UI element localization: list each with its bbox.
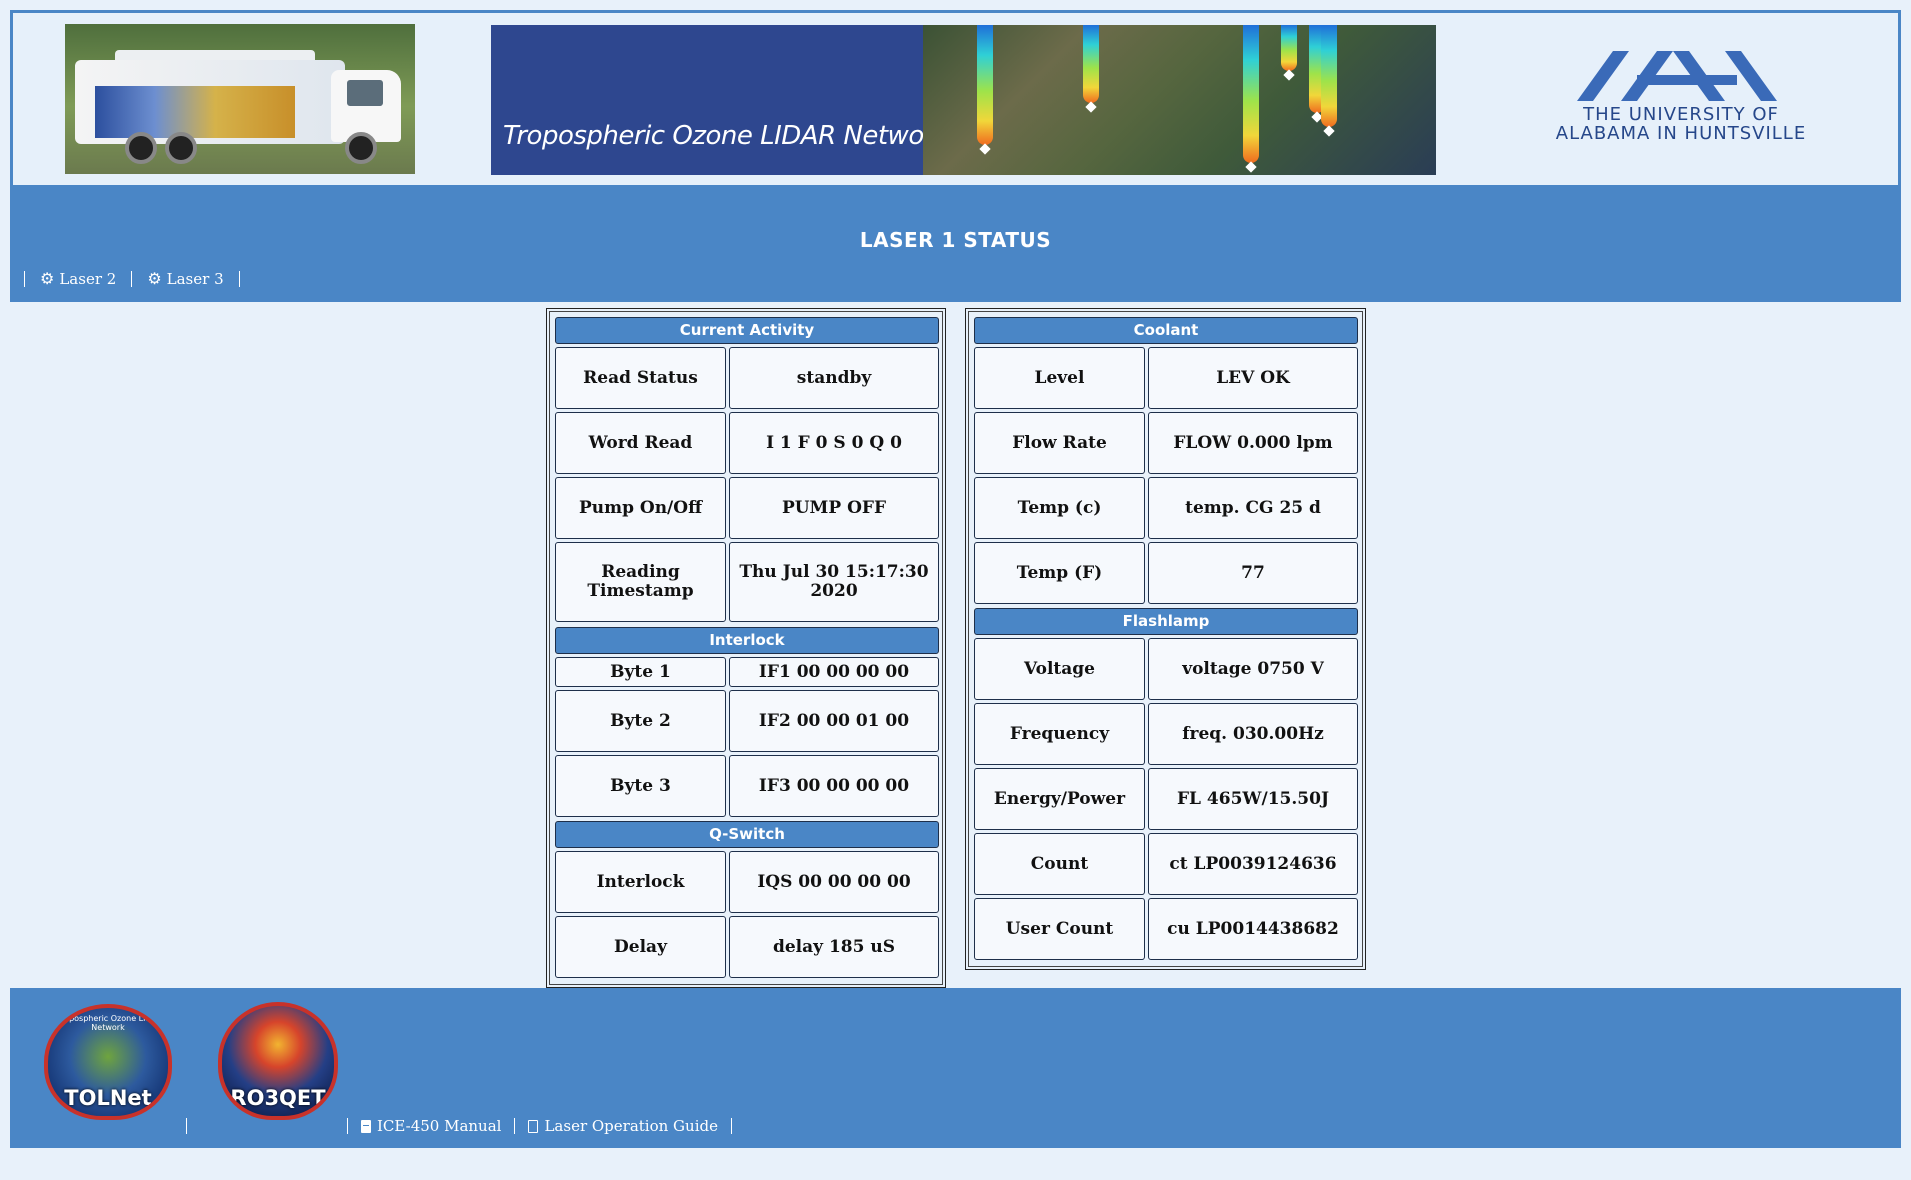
row-value-voltage: voltage 0750 V <box>1148 638 1358 700</box>
title-bar: LASER 1 STATUS ⚙ Laser 2 ⚙ Laser 3 <box>10 188 1901 302</box>
row-label-count: Count <box>974 833 1145 895</box>
header-banner: Tropospheric Ozone LIDAR Network THE UNI… <box>10 10 1901 188</box>
row-label-word-read: Word Read <box>555 412 726 474</box>
ice-450-manual-link[interactable]: ICE-450 Manual <box>348 1117 514 1135</box>
row-label-temp-f: Temp (F) <box>974 542 1145 604</box>
ro3qet-badge-label: RO3QET <box>230 1086 326 1110</box>
row-value-count: ct LP0039124636 <box>1148 833 1358 895</box>
page-title: LASER 1 STATUS <box>859 228 1052 252</box>
pdf-file-icon <box>528 1119 539 1133</box>
network-banner-image: Tropospheric Ozone LIDAR Network <box>491 25 1436 175</box>
row-label-energy-power: Energy/Power <box>974 768 1145 830</box>
row-label-flow-rate: Flow Rate <box>974 412 1145 474</box>
gear-icon: ⚙ <box>147 269 162 288</box>
laser-status-panel-left: Current Activity Read Status standby Wor… <box>546 308 946 988</box>
row-label-level: Level <box>974 347 1145 409</box>
ro3qet-badge-logo[interactable]: RO3QET <box>218 1002 338 1120</box>
row-value-delay: delay 185 uS <box>729 916 939 978</box>
footer-separator <box>730 1118 732 1134</box>
section-header-q-switch: Q-Switch <box>555 821 939 848</box>
nav-link-label: Laser 3 <box>166 270 224 288</box>
row-value-pump: PUMP OFF <box>729 477 939 539</box>
row-value-word-read: I 1 F 0 S 0 Q 0 <box>729 412 939 474</box>
nav-link-label: Laser 2 <box>59 270 117 288</box>
us-map-with-lidar-profiles <box>923 25 1436 175</box>
row-value-user-count: cu LP0014438682 <box>1148 898 1358 960</box>
row-label-voltage: Voltage <box>974 638 1145 700</box>
section-header-flashlamp: Flashlamp <box>974 608 1358 635</box>
row-value-read-status: standby <box>729 347 939 409</box>
mobile-lab-truck-photo <box>65 24 415 174</box>
footer-separator <box>186 1118 187 1134</box>
row-value-byte-2: IF2 00 00 01 00 <box>729 690 939 752</box>
row-label-user-count: User Count <box>974 898 1145 960</box>
laser-nav: ⚙ Laser 2 ⚙ Laser 3 <box>24 269 240 289</box>
section-header-current-activity: Current Activity <box>555 317 939 344</box>
row-label-delay: Delay <box>555 916 726 978</box>
row-value-energy-power: FL 465W/15.50J <box>1148 768 1358 830</box>
row-value-level: LEV OK <box>1148 347 1358 409</box>
row-label-byte-2: Byte 2 <box>555 690 726 752</box>
university-name: THE UNIVERSITY OF ALABAMA IN HUNTSVILLE <box>1555 104 1807 144</box>
section-header-interlock: Interlock <box>555 627 939 654</box>
tolnet-badge-logo[interactable]: Tropospheric Ozone Lidar Network TOLNet <box>44 1004 172 1120</box>
row-value-byte-3: IF3 00 00 00 00 <box>729 755 939 817</box>
nav-link-laser-3[interactable]: ⚙ Laser 3 <box>132 270 238 288</box>
row-label-pump: Pump On/Off <box>555 477 726 539</box>
network-banner-title: Tropospheric Ozone LIDAR Network <box>503 121 949 151</box>
row-label-reading-timestamp: Reading Timestamp <box>555 542 726 622</box>
uah-logo-mark <box>1577 51 1777 101</box>
row-label-read-status: Read Status <box>555 347 726 409</box>
section-header-coolant: Coolant <box>974 317 1358 344</box>
laser-operation-guide-link[interactable]: Laser Operation Guide <box>515 1117 731 1135</box>
row-value-frequency: freq. 030.00Hz <box>1148 703 1358 765</box>
row-value-temp-c: temp. CG 25 d <box>1148 477 1358 539</box>
row-label-temp-c: Temp (c) <box>974 477 1145 539</box>
row-value-temp-f: 77 <box>1148 542 1358 604</box>
row-label-frequency: Frequency <box>974 703 1145 765</box>
uah-logo: THE UNIVERSITY OF ALABAMA IN HUNTSVILLE <box>1531 47 1831 147</box>
row-value-reading-timestamp: Thu Jul 30 15:17:30 2020 <box>729 542 939 622</box>
row-label-byte-1: Byte 1 <box>555 657 726 687</box>
row-label-qs-interlock: Interlock <box>555 851 726 913</box>
footer: Tropospheric Ozone Lidar Network TOLNet … <box>10 988 1901 1148</box>
row-value-byte-1: IF1 00 00 00 00 <box>729 657 939 687</box>
laser-status-panel-right: Coolant Level LEV OK Flow Rate FLOW 0.00… <box>965 308 1366 970</box>
ice-450-manual-label: ICE-450 Manual <box>377 1117 502 1135</box>
nav-link-laser-2[interactable]: ⚙ Laser 2 <box>25 270 131 288</box>
book-icon <box>361 1119 371 1133</box>
row-value-qs-interlock: IQS 00 00 00 00 <box>729 851 939 913</box>
nav-separator <box>238 271 240 287</box>
gear-icon: ⚙ <box>40 269 55 288</box>
laser-operation-guide-label: Laser Operation Guide <box>544 1117 718 1135</box>
row-value-flow-rate: FLOW 0.000 lpm <box>1148 412 1358 474</box>
footer-links: ICE-450 Manual Laser Operation Guide <box>186 1116 732 1136</box>
row-label-byte-3: Byte 3 <box>555 755 726 817</box>
tolnet-badge-label: TOLNet <box>64 1086 152 1110</box>
